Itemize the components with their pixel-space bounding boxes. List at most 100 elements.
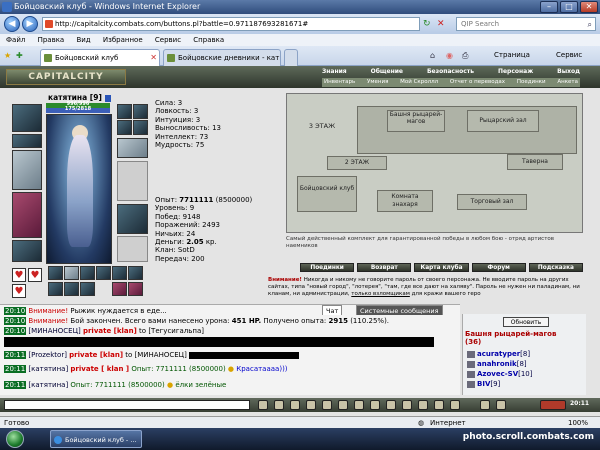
chat-input[interactable] <box>4 400 250 410</box>
help-icon[interactable] <box>434 400 444 410</box>
user-list-item[interactable]: Azovec-SV[10] <box>467 370 533 378</box>
rune-slot[interactable] <box>112 266 127 280</box>
print-icon[interactable]: ⎙ <box>462 51 468 61</box>
logs-icon[interactable] <box>402 400 412 410</box>
ring-slot[interactable] <box>117 120 132 135</box>
subnav-scroll[interactable]: Мой Скроллл <box>400 78 438 87</box>
room-knight-hall[interactable]: Рыцарский зал <box>467 110 539 132</box>
heart-icon[interactable]: ♥ <box>12 284 26 298</box>
nav-knowledge[interactable]: Знания <box>322 68 347 77</box>
favorites-star-icon[interactable]: ★ <box>4 51 11 60</box>
item-slot[interactable] <box>112 282 127 296</box>
tab-chat[interactable]: Чат <box>322 305 343 315</box>
back-button[interactable]: ◀ <box>4 16 20 32</box>
heart-icon[interactable]: ♥ <box>28 268 42 282</box>
nav-exit[interactable]: Выход <box>557 68 580 77</box>
subnav-fights[interactable]: Поединки <box>517 78 546 87</box>
tools-menu[interactable]: Сервис <box>556 51 582 59</box>
contacts-icon[interactable] <box>418 400 428 410</box>
armor-slot[interactable] <box>12 192 42 238</box>
item-slot[interactable] <box>80 282 95 296</box>
chat-log[interactable]: 20:10 Внимание! Рыжик нуждается в еде...… <box>0 304 460 395</box>
subnav-profile[interactable]: Анкета <box>557 78 578 87</box>
home-icon[interactable]: ⌂ <box>430 51 435 60</box>
club-map-button[interactable]: Карта клуба <box>414 263 469 272</box>
weapon-slot[interactable] <box>12 150 42 190</box>
user-list-item[interactable]: BIV[9] <box>467 380 500 388</box>
room-tavern[interactable]: Таверна <box>507 154 563 170</box>
subnav-inventory[interactable]: Инвентарь <box>324 78 355 87</box>
rune-slot[interactable] <box>80 266 95 280</box>
menu-favorites[interactable]: Избранное <box>103 36 143 44</box>
start-button[interactable] <box>6 430 24 448</box>
nav-chat[interactable]: Общение <box>371 68 403 77</box>
search-input[interactable]: QIP Search ⌕ <box>456 17 596 31</box>
item-slot[interactable] <box>64 282 79 296</box>
boots-slot[interactable] <box>117 204 148 234</box>
rune-slot[interactable] <box>128 266 143 280</box>
mail-icon[interactable] <box>496 400 506 410</box>
new-tab-button[interactable] <box>284 49 298 66</box>
ring-slot[interactable] <box>117 104 132 119</box>
add-favorite-icon[interactable]: ✚ <box>16 51 23 60</box>
room-trade-hall[interactable]: Торговый зал <box>457 194 527 210</box>
forum-button[interactable]: Форум <box>471 263 526 272</box>
pocket-slot[interactable] <box>117 236 148 262</box>
page-menu[interactable]: Страница <box>494 51 530 59</box>
room-healer[interactable]: Комната знахаря <box>377 190 433 212</box>
shield-slot[interactable] <box>117 161 148 201</box>
tab-close-icon[interactable]: ✕ <box>150 50 157 66</box>
nav-security[interactable]: Безопасность <box>427 68 474 77</box>
room-fight-club[interactable]: Бойцовский клуб <box>297 176 357 212</box>
return-button[interactable]: Возврат <box>357 263 412 272</box>
refresh-button[interactable]: Обновить <box>503 317 549 327</box>
translit-icon[interactable] <box>322 400 332 410</box>
gloves-slot[interactable] <box>133 120 148 135</box>
search-icon[interactable]: ⌕ <box>588 19 592 31</box>
fights-button[interactable]: Поединки <box>300 263 355 272</box>
menu-edit[interactable]: Правка <box>38 36 65 44</box>
menu-file[interactable]: Файл <box>6 36 25 44</box>
subnav-skills[interactable]: Умения <box>367 78 388 87</box>
nav-character[interactable]: Персонаж <box>498 68 533 77</box>
people-icon[interactable] <box>450 400 460 410</box>
amulet-slot[interactable] <box>12 134 42 148</box>
options-icon[interactable] <box>338 400 348 410</box>
maximize-button[interactable]: □ <box>560 1 578 13</box>
rune-slot[interactable] <box>48 266 63 280</box>
hint-button[interactable]: Подсказка <box>528 263 584 272</box>
item-slot[interactable] <box>48 282 63 296</box>
user-list-item[interactable]: anahronik[8] <box>467 360 527 368</box>
item-slot[interactable] <box>128 282 143 296</box>
bracers-slot[interactable] <box>117 138 148 158</box>
rune-slot[interactable] <box>96 266 111 280</box>
stop-icon[interactable]: ✕ <box>437 18 449 30</box>
combats-icon[interactable] <box>540 400 566 410</box>
calendar-icon[interactable] <box>480 400 490 410</box>
taskbar-item[interactable]: Бойцовский клуб - ... <box>50 430 142 448</box>
sound-icon[interactable] <box>354 400 364 410</box>
belt-slot[interactable] <box>12 240 42 262</box>
rune-slot[interactable] <box>64 266 79 280</box>
send-icon[interactable] <box>258 400 268 410</box>
room-mage-tower[interactable]: Башня рыцарей-магов <box>387 110 445 132</box>
helmet-slot[interactable] <box>12 104 42 132</box>
refresh-icon[interactable]: ↻ <box>423 18 435 30</box>
ring-slot[interactable] <box>133 104 148 119</box>
tab-combats[interactable]: Бойцовский клуб ✕ <box>40 49 160 66</box>
close-button[interactable]: ✕ <box>580 1 598 13</box>
heart-icon[interactable]: ♥ <box>12 268 26 282</box>
address-bar[interactable]: http://capitalcity.combats.com/buttons.p… <box>42 17 420 31</box>
filter-icon[interactable] <box>306 400 316 410</box>
tab-system-messages[interactable]: Системные сообщения <box>356 305 443 315</box>
menu-tools[interactable]: Сервис <box>155 36 181 44</box>
feeds-icon[interactable]: ◉ <box>446 51 453 60</box>
exit-icon[interactable] <box>386 400 396 410</box>
subnav-transfers[interactable]: Отчет о переводах <box>450 78 505 87</box>
clear-icon[interactable] <box>290 400 300 410</box>
forward-button[interactable]: ▶ <box>22 16 38 32</box>
user-list-item[interactable]: acuratyper[8] <box>467 350 530 358</box>
scroll-icon[interactable] <box>370 400 380 410</box>
minimize-button[interactable]: – <box>540 1 558 13</box>
smiles-icon[interactable] <box>274 400 284 410</box>
